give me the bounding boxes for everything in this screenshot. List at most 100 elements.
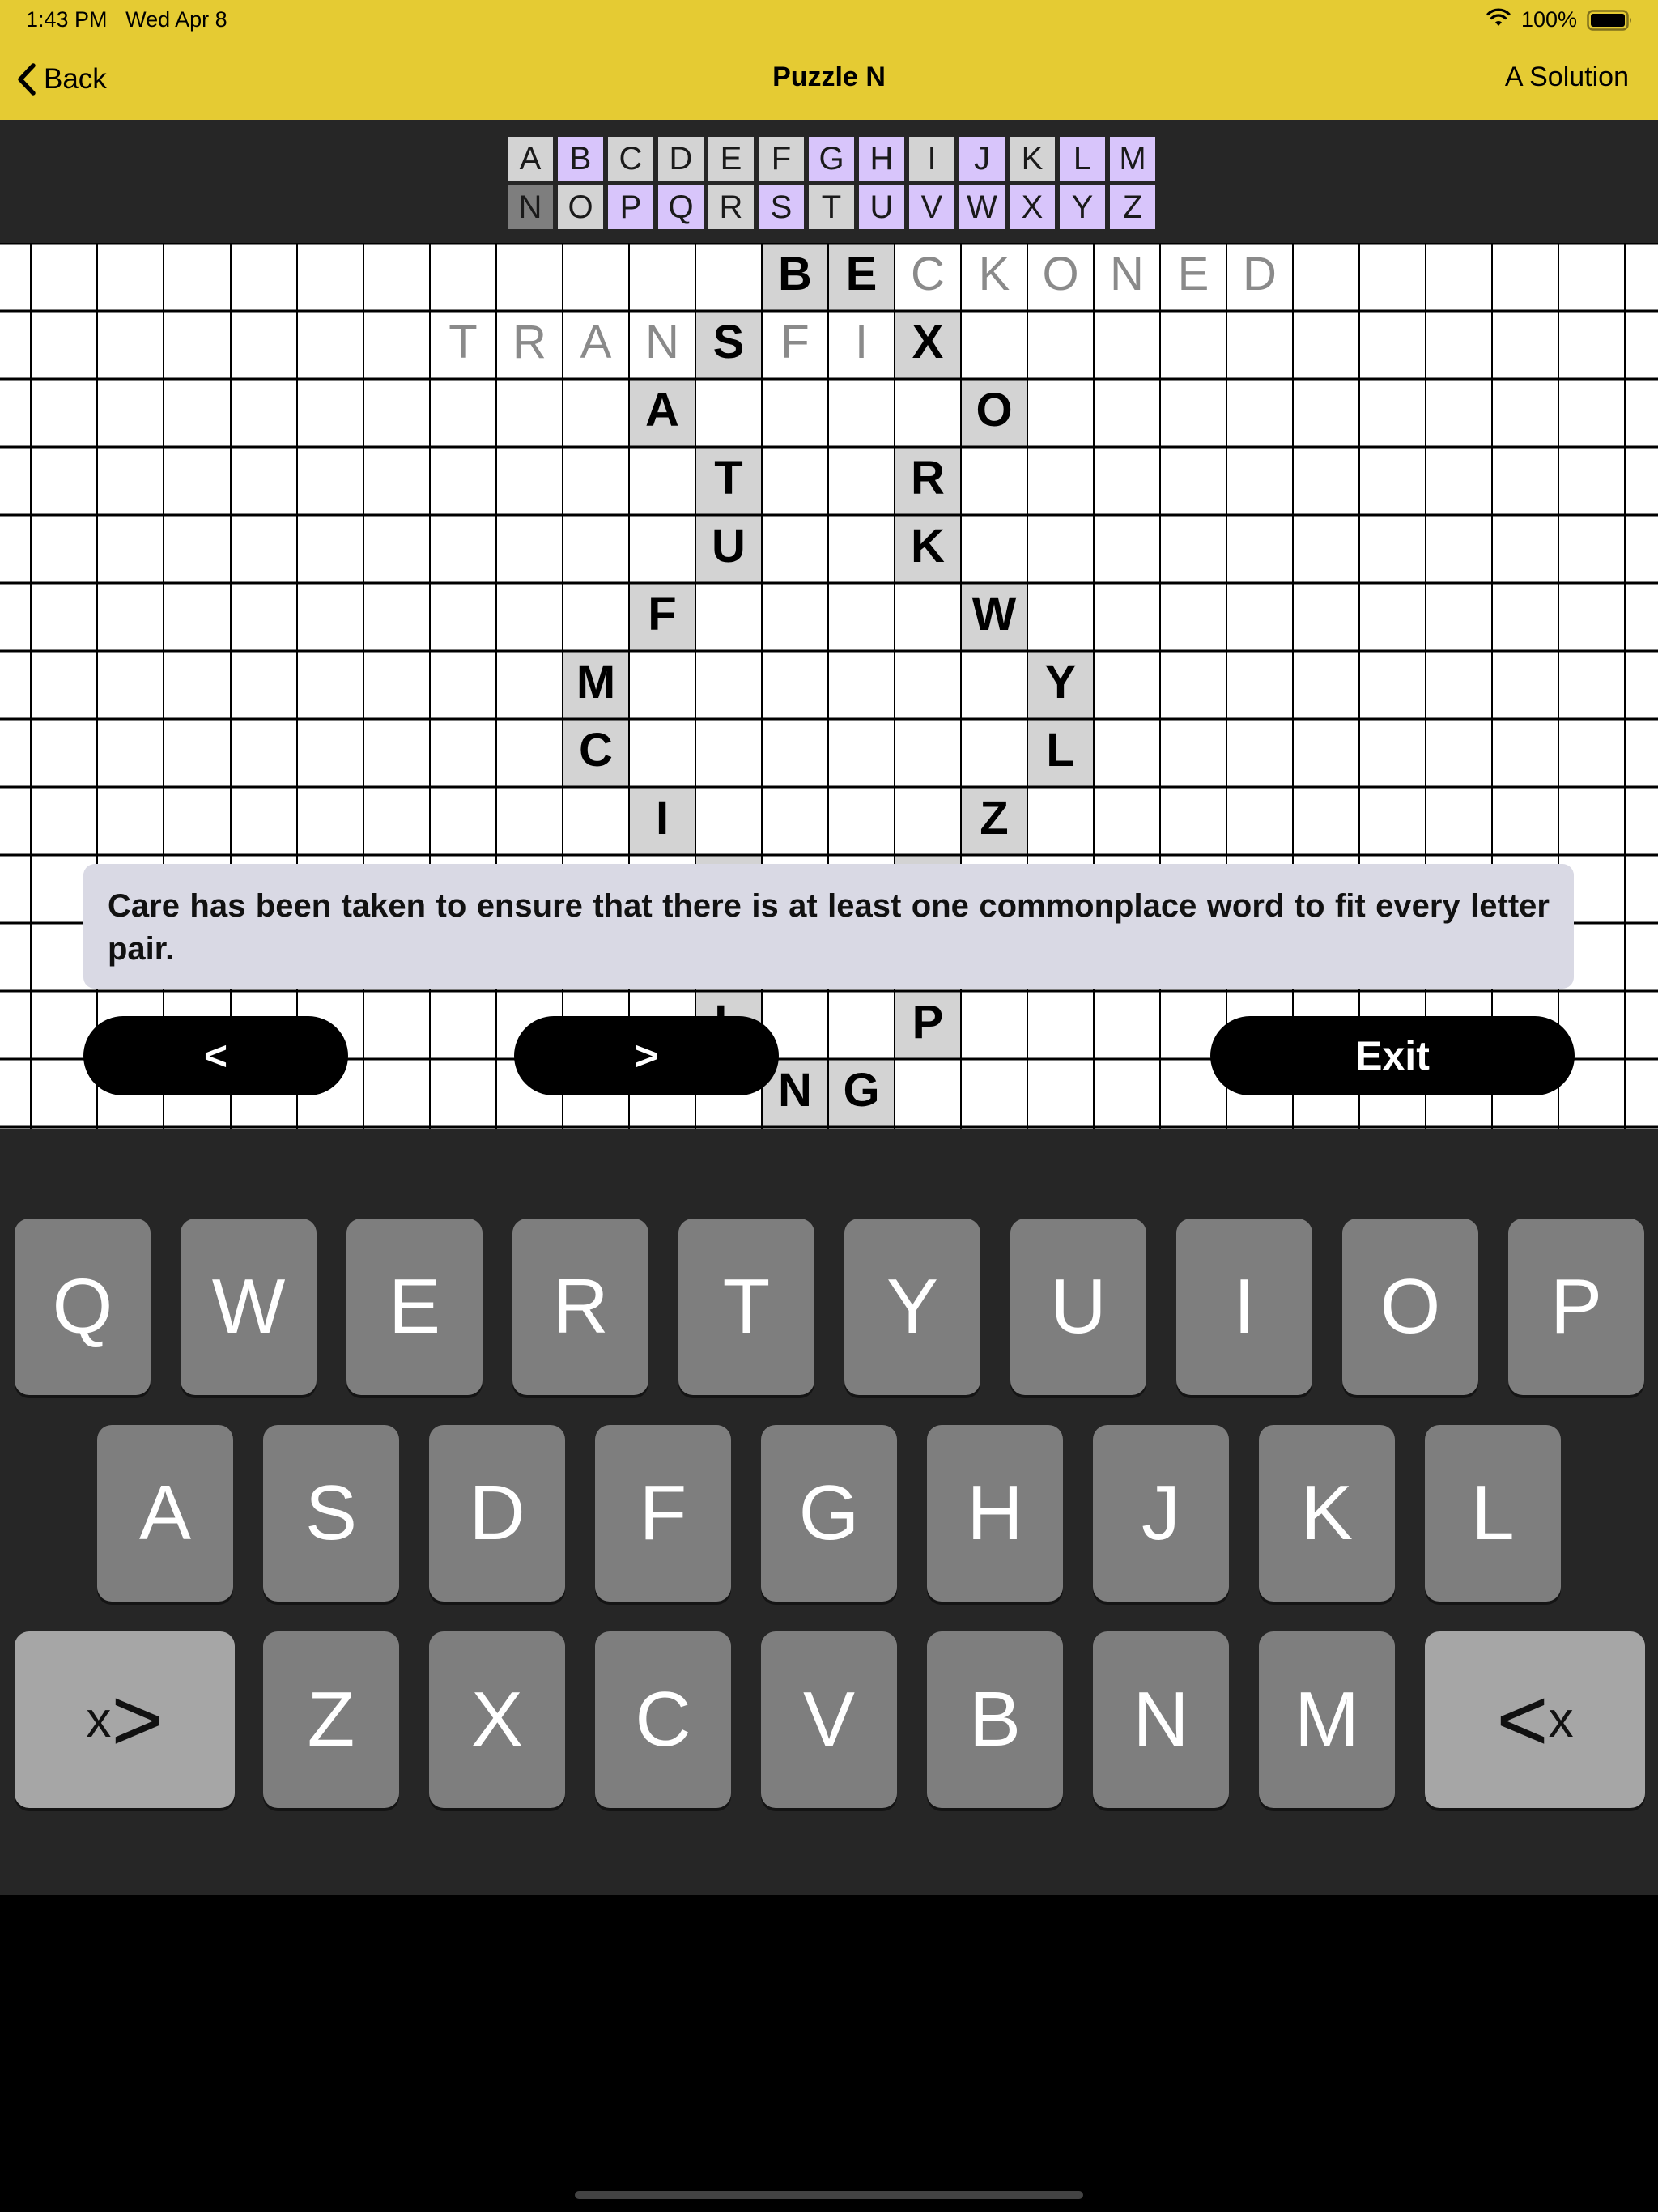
grid-letter: Z [980,792,1008,844]
alphabet-tracker: ABCDEFGHIJKLM NOPQRSTUVWXYZ [0,120,1658,243]
grid-canvas[interactable]: BESXAOTRUKFWMYCLIZPNGCKONEDTRANFIL [0,243,1658,1129]
grid-hint-letter: D [1243,248,1277,300]
grid-letter: R [911,452,945,504]
grid-hint-letter: I [855,316,868,368]
clear-forward-arrow: > [111,1670,164,1770]
key-a[interactable]: A [97,1425,233,1602]
key-p[interactable]: P [1508,1219,1644,1395]
key-x[interactable]: X [429,1631,565,1808]
alphabet-letter-z[interactable]: Z [1107,183,1158,232]
next-button[interactable]: > [514,1016,779,1095]
grid-letter: N [778,1064,812,1117]
alphabet-letter-r[interactable]: R [706,183,756,232]
alphabet-letter-s[interactable]: S [756,183,806,232]
grid-letter: K [911,520,945,572]
grid-hint-letter: F [780,316,809,368]
alphabet-letter-y[interactable]: Y [1057,183,1107,232]
key-k[interactable]: K [1259,1425,1395,1602]
grid-hint-letter: E [1178,248,1209,300]
grid-letter: O [976,384,1012,436]
previous-button[interactable]: < [83,1016,348,1095]
alphabet-letter-q[interactable]: Q [656,183,706,232]
clear-backward-small: x [1548,1691,1574,1748]
grid-letter: L [1046,724,1074,776]
grid-letter: X [912,316,944,368]
alphabet-letter-c[interactable]: C [606,134,656,183]
key-n[interactable]: N [1093,1631,1229,1808]
alphabet-letter-w[interactable]: W [957,183,1007,232]
alphabet-letter-d[interactable]: D [656,134,706,183]
alphabet-letter-p[interactable]: P [606,183,656,232]
key-j[interactable]: J [1093,1425,1229,1602]
grid-letter: T [714,452,742,504]
clear-forward-key[interactable]: x > [15,1631,235,1808]
exit-button[interactable]: Exit [1210,1016,1575,1095]
alphabet-letter-m[interactable]: M [1107,134,1158,183]
key-f[interactable]: F [595,1425,731,1602]
alphabet-letter-i[interactable]: I [907,134,957,183]
alphabet-letter-f[interactable]: F [756,134,806,183]
alphabet-letter-g[interactable]: G [806,134,857,183]
battery-icon [1587,10,1631,31]
keyboard: Q W E R T Y U I O P A S D F G H J K L Z X C V B N Mx > < x [0,1129,1658,1895]
alphabet-grid: ABCDEFGHIJKLM NOPQRSTUVWXYZ [505,134,1158,232]
grid-letter: B [778,248,812,300]
key-v[interactable]: V [761,1631,897,1808]
alphabet-letter-l[interactable]: L [1057,134,1107,183]
grid-letter: C [579,724,613,776]
alphabet-letter-t[interactable]: T [806,183,857,232]
key-o[interactable]: O [1342,1219,1478,1395]
key-b[interactable]: B [927,1631,1063,1808]
key-i[interactable]: I [1176,1219,1312,1395]
key-w[interactable]: W [181,1219,317,1395]
alphabet-letter-v[interactable]: V [907,183,957,232]
grid-hint-letter: O [1042,248,1078,300]
key-h[interactable]: H [927,1425,1063,1602]
grid-letter: F [648,588,676,640]
grid-hint-letter: N [645,316,679,368]
alphabet-letter-x[interactable]: X [1007,183,1057,232]
clear-backward-key[interactable]: < x [1425,1631,1645,1808]
key-q[interactable]: Q [15,1219,151,1395]
alphabet-letter-j[interactable]: J [957,134,1007,183]
solution-button[interactable]: A Solution [1505,62,1629,93]
clear-forward-small: x [86,1691,112,1748]
grid-letter: W [972,588,1017,640]
grid-hint-letter: K [979,248,1010,300]
grid-letter: U [712,520,746,572]
key-g[interactable]: G [761,1425,897,1602]
key-l[interactable]: L [1425,1425,1561,1602]
key-d[interactable]: D [429,1425,565,1602]
key-c[interactable]: C [595,1631,731,1808]
alphabet-letter-u[interactable]: U [857,183,907,232]
battery-percentage: 100% [1520,7,1577,32]
key-y[interactable]: Y [844,1219,980,1395]
puzzle-grid[interactable]: BESXAOTRUKFWMYCLIZPNGCKONEDTRANFIL [0,243,1658,1129]
grid-letter: G [843,1064,879,1117]
grid-hint-letter: T [449,316,477,368]
key-s[interactable]: S [263,1425,399,1602]
grid-hint-letter: N [1110,248,1144,300]
grid-letter: M [576,656,615,708]
grid-letter: E [846,248,878,300]
grid-hint-letter: A [580,316,612,368]
alphabet-letter-e[interactable]: E [706,134,756,183]
clear-backward-arrow: < [1496,1670,1549,1770]
key-t[interactable]: T [678,1219,814,1395]
alphabet-letter-h[interactable]: H [857,134,907,183]
key-r[interactable]: R [512,1219,648,1395]
alphabet-letter-n[interactable]: N [505,183,555,232]
key-z[interactable]: Z [263,1631,399,1808]
key-u[interactable]: U [1010,1219,1146,1395]
alphabet-letter-o[interactable]: O [555,183,606,232]
status-bar: 1:43 PM Wed Apr 8 100% [0,0,1658,39]
alphabet-letter-k[interactable]: K [1007,134,1057,183]
key-e[interactable]: E [346,1219,483,1395]
info-message: Care has been taken to ensure that there… [83,864,1574,989]
alphabet-letter-b[interactable]: B [555,134,606,183]
home-indicator [575,2191,1083,2199]
key-m[interactable]: M [1259,1631,1395,1808]
alphabet-letter-a[interactable]: A [505,134,555,183]
grid-hint-letter: C [911,248,945,300]
grid-letter: P [912,996,944,1049]
